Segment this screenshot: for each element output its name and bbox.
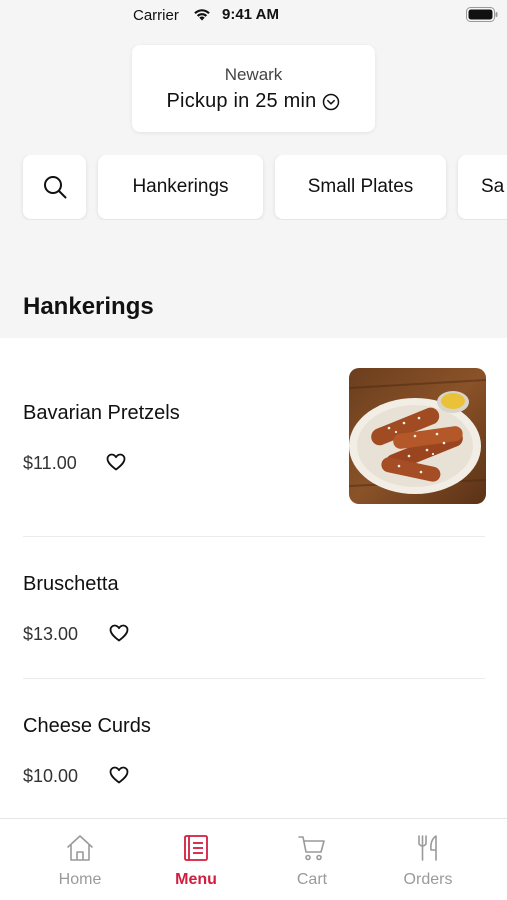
- category-tab-hankerings[interactable]: Hankerings: [98, 155, 263, 219]
- heart-icon[interactable]: [109, 766, 129, 784]
- tab-label: Menu: [175, 871, 217, 888]
- tab-menu[interactable]: Menu: [146, 819, 246, 900]
- tab-label: Orders: [403, 871, 453, 888]
- battery-icon: [466, 7, 498, 22]
- item-name: Cheese Curds: [23, 715, 151, 737]
- search-icon: [43, 176, 66, 199]
- clock: 9:41 AM: [222, 6, 279, 23]
- item-price: $11.00: [23, 453, 77, 473]
- section-title: Hankerings: [23, 293, 154, 320]
- pickup-time: Pickup in 25 min: [166, 90, 317, 112]
- menu-icon: [184, 835, 208, 861]
- cart-icon: [298, 836, 325, 861]
- item-name: Bavarian Pretzels: [23, 402, 180, 424]
- home-icon: [67, 835, 93, 861]
- menu-item-cheese-curds[interactable]: Cheese Curds $10.00: [0, 679, 507, 818]
- item-price: $13.00: [23, 624, 79, 644]
- store-city: Newark: [224, 65, 283, 84]
- heart-icon[interactable]: [109, 624, 129, 642]
- pickup-location-card[interactable]: Newark Pickup in 25 min: [132, 45, 375, 132]
- bottom-tab-bar: Home Menu Cart Orders: [0, 818, 507, 900]
- heart-icon[interactable]: [106, 453, 126, 471]
- carrier-label: Carrier: [133, 7, 179, 24]
- fork-knife-icon: [418, 835, 437, 861]
- tab-label: Cart: [296, 871, 328, 888]
- menu-item-bruschetta[interactable]: Bruschetta $13.00: [0, 537, 507, 678]
- bavarian-pretzels-photo[interactable]: [349, 368, 486, 504]
- chevron-down-circle-icon: [323, 93, 340, 110]
- item-name: Bruschetta: [23, 573, 119, 595]
- tab-cart[interactable]: Cart: [262, 819, 362, 900]
- status-bar: Carrier 9:41 AM: [0, 0, 507, 30]
- tab-orders[interactable]: Orders: [378, 819, 478, 900]
- category-tab-partial[interactable]: Sa: [458, 155, 507, 219]
- category-tabs: Hankerings Small Plates Sa: [0, 155, 507, 220]
- item-price: $10.00: [23, 766, 79, 786]
- tab-label: Home: [58, 871, 102, 888]
- category-tab-small-plates[interactable]: Small Plates: [275, 155, 446, 219]
- search-button[interactable]: [23, 155, 86, 219]
- wifi-icon: [194, 9, 210, 21]
- tab-home[interactable]: Home: [30, 819, 130, 900]
